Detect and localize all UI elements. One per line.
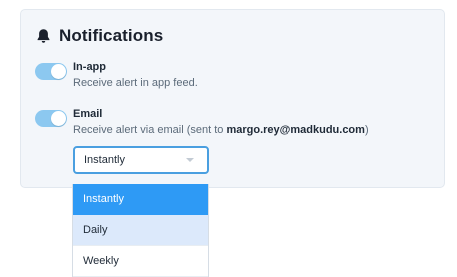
email-description: Receive alert via email (sent to margo.r…	[73, 124, 369, 136]
toggle-knob	[51, 111, 66, 126]
dropdown-option-instantly[interactable]: Instantly	[73, 184, 208, 215]
email-label: Email	[73, 108, 103, 120]
card-title: Notifications	[59, 26, 164, 45]
chevron-down-icon	[186, 158, 194, 162]
dropdown-option-daily[interactable]: Daily	[73, 215, 208, 246]
bell-icon	[36, 28, 51, 44]
email-description-suffix: )	[364, 124, 369, 136]
dropdown-option-weekly[interactable]: Weekly	[73, 246, 208, 277]
page: Notifications In-app Receive alert in ap…	[0, 0, 457, 277]
notifications-card: Notifications In-app Receive alert in ap…	[20, 9, 445, 188]
inapp-toggle[interactable]	[35, 63, 67, 80]
frequency-dropdown: Instantly Daily Weekly	[72, 184, 209, 277]
frequency-select-value: Instantly	[84, 154, 125, 166]
email-description-prefix: Receive alert via email (sent to	[73, 124, 227, 136]
inapp-description: Receive alert in app feed.	[73, 77, 198, 89]
frequency-select[interactable]: Instantly	[73, 146, 209, 174]
email-toggle[interactable]	[35, 110, 67, 127]
card-header: Notifications	[36, 26, 163, 46]
toggle-knob	[51, 64, 66, 79]
email-address: margo.rey@madkudu.com	[226, 124, 365, 136]
inapp-label: In-app	[73, 61, 106, 73]
